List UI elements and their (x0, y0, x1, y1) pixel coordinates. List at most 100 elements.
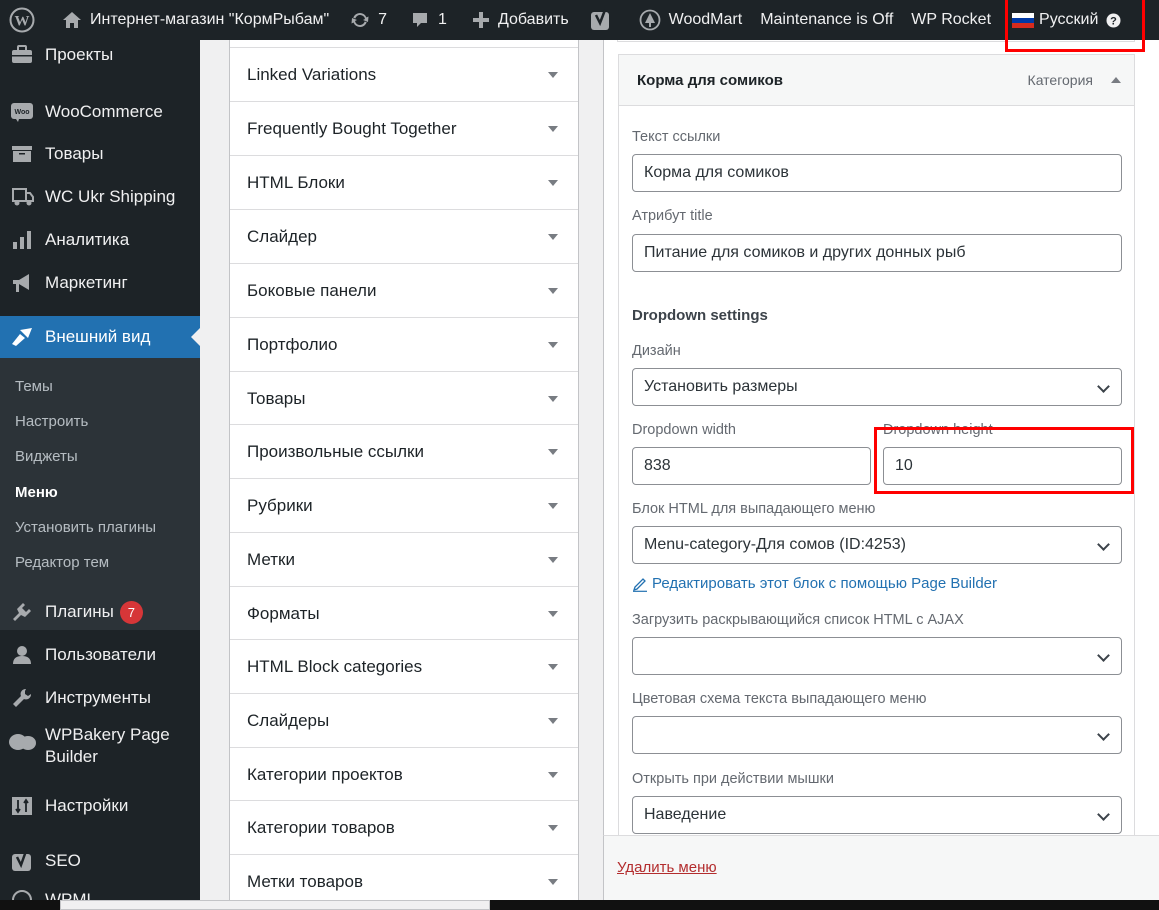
expand-arrow-icon[interactable] (548, 448, 558, 455)
add-new-label: Добавить (497, 11, 569, 28)
accordion-section[interactable]: Слайдер (230, 209, 578, 263)
expand-arrow-icon[interactable] (548, 878, 558, 885)
plugins-update-badge: 7 (119, 600, 143, 624)
sidebar-item-analytics[interactable]: Аналитика (0, 222, 200, 258)
submenu-widgets[interactable]: Виджеты (15, 448, 78, 465)
accordion-section[interactable]: Linked Variations (230, 47, 578, 101)
site-name-link[interactable]: Интернет-магазин "КормРыбам" (44, 0, 338, 40)
previous-menu-item (617, 40, 1135, 42)
yoast-icon (590, 8, 612, 32)
expand-arrow-icon[interactable] (548, 179, 558, 186)
sidebar-item-label: Маркетинг (45, 273, 128, 292)
archive-icon (8, 142, 36, 166)
html-block-select[interactable]: Menu-category-Для сомов (ID:4253) (632, 526, 1122, 564)
woodmart-menu[interactable]: WoodMart (621, 0, 752, 40)
accordion-section[interactable]: Портфолио (230, 317, 578, 371)
site-name: Интернет-магазин "КормРыбам" (90, 11, 330, 28)
submenu-menus[interactable]: Меню (15, 484, 58, 501)
active-indicator (191, 328, 200, 346)
wp-rocket-menu[interactable]: WP Rocket (902, 0, 1000, 40)
html-block-label: Блок HTML для выпадающего меню (632, 501, 876, 517)
accordion-section[interactable]: Метки (230, 532, 578, 586)
cloud-icon (8, 730, 36, 754)
yoast-menu[interactable] (578, 0, 621, 40)
menu-item-header[interactable]: Корма для сомиков Категория (619, 55, 1134, 106)
edit-block-link[interactable]: Редактировать этот блок с помощью Page B… (632, 575, 997, 592)
submenu-customize[interactable]: Настроить (15, 413, 88, 430)
horizontal-scrollbar[interactable] (60, 900, 490, 910)
accordion-section-title: Боковые панели (247, 280, 377, 300)
updates-link[interactable]: 7 (338, 0, 396, 40)
submenu-install-plugins[interactable]: Установить плагины (15, 519, 156, 536)
expand-arrow-icon[interactable] (548, 125, 558, 132)
svg-text:W: W (15, 14, 30, 30)
sidebar-item-wpbakery[interactable]: WPBakery Page Builder (0, 724, 200, 776)
expand-arrow-icon[interactable] (548, 556, 558, 563)
sidebar-item-projects[interactable]: Проекты (0, 40, 200, 70)
sidebar-item-products[interactable]: Товары (0, 136, 200, 172)
submenu-theme-editor[interactable]: Редактор тем (15, 554, 109, 571)
expand-arrow-icon[interactable] (548, 771, 558, 778)
sidebar-item-label: Товары (45, 144, 104, 163)
comments-link[interactable]: 1 (396, 0, 456, 40)
accordion-section[interactable]: Рубрики (230, 478, 578, 532)
bar-chart-icon (8, 228, 36, 252)
add-new-link[interactable]: Добавить (456, 0, 578, 40)
accordion-section[interactable]: HTML Блоки (230, 155, 578, 209)
expand-arrow-icon[interactable] (548, 341, 558, 348)
wp-logo-menu[interactable]: W (0, 0, 44, 40)
accordion-section[interactable]: HTML Block categories (230, 639, 578, 693)
expand-arrow-icon[interactable] (548, 395, 558, 402)
accordion-section[interactable]: Произвольные ссылки (230, 424, 578, 478)
sidebar-item-marketing[interactable]: Маркетинг (0, 265, 200, 301)
wp-rocket-label: WP Rocket (911, 11, 992, 28)
help-icon[interactable]: ? (1106, 13, 1121, 28)
color-scheme-select[interactable] (632, 716, 1122, 754)
sidebar-item-settings[interactable]: Настройки (0, 788, 200, 824)
accordion-section[interactable]: Товары (230, 371, 578, 425)
mouse-action-select[interactable]: Наведение (632, 796, 1122, 834)
sidebar-item-tools[interactable]: Инструменты (0, 680, 200, 716)
sidebar-item-label: Пользователи (45, 645, 156, 664)
language-switcher[interactable]: Русский ? (1000, 0, 1130, 40)
expand-arrow-icon[interactable] (548, 824, 558, 831)
expand-arrow-icon[interactable] (548, 71, 558, 78)
accordion-section-title: Linked Variations (247, 64, 377, 84)
expand-arrow-icon[interactable] (548, 663, 558, 670)
dropdown-width-label: Dropdown width (632, 422, 736, 438)
sidebar-item-plugins[interactable]: Плагины 7 (0, 594, 200, 630)
edit-block-label: Редактировать этот блок с помощью Page B… (652, 575, 998, 592)
accordion-section[interactable]: Форматы (230, 586, 578, 640)
sidebar-item-users[interactable]: Пользователи (0, 637, 200, 673)
expand-arrow-icon[interactable] (548, 610, 558, 617)
dropdown-width-input[interactable]: 838 (632, 447, 871, 485)
expand-arrow-icon[interactable] (548, 502, 558, 509)
sidebar-item-seo[interactable]: SEO (0, 843, 200, 879)
design-select[interactable]: Установить размеры (632, 368, 1122, 406)
sidebar-item-label: WooCommerce (45, 102, 163, 121)
accordion-section-title: Метки (247, 549, 295, 569)
submenu-themes[interactable]: Темы (15, 378, 53, 395)
delete-menu-link[interactable]: Удалить меню (617, 859, 717, 876)
title-attribute-input[interactable]: Питание для сомиков и других донных рыб (632, 234, 1122, 272)
updates-icon (350, 10, 370, 30)
accordion-section-title: Слайдер (247, 226, 317, 246)
updates-count: 7 (378, 11, 388, 28)
maintenance-link[interactable]: Maintenance is Off (751, 0, 902, 40)
accordion-section[interactable]: Боковые панели (230, 263, 578, 317)
accordion-section[interactable]: Слайдеры (230, 693, 578, 747)
accordion-section[interactable]: Категории проектов (230, 747, 578, 801)
link-text-input[interactable]: Корма для сомиков (632, 154, 1122, 192)
accordion-section[interactable]: Frequently Bought Together (230, 101, 578, 155)
expand-arrow-icon[interactable] (548, 233, 558, 240)
accordion-section[interactable]: Категории товаров (230, 800, 578, 854)
sidebar-item-label: WC Ukr Shipping (45, 187, 176, 206)
sidebar-item-wc-ukr-shipping[interactable]: WC Ukr Shipping (0, 179, 200, 215)
expand-arrow-icon[interactable] (548, 287, 558, 294)
sidebar-item-appearance[interactable]: Внешний вид (0, 316, 200, 358)
sidebar-item-woocommerce[interactable]: Woo WooCommerce (0, 94, 200, 130)
collapse-arrow-icon[interactable] (1111, 77, 1121, 83)
ajax-select[interactable] (632, 637, 1122, 675)
dropdown-height-input[interactable]: 10 (883, 447, 1122, 485)
expand-arrow-icon[interactable] (548, 717, 558, 724)
